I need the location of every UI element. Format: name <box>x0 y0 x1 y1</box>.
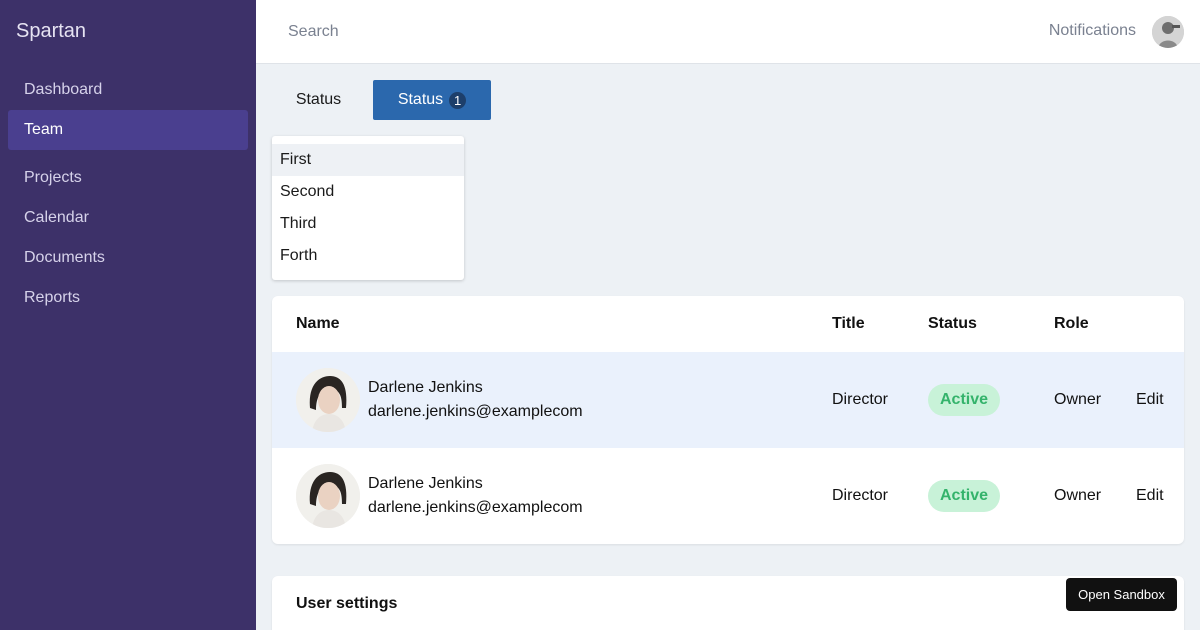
sidebar-item-label: Projects <box>24 169 82 186</box>
user-settings-title: User settings <box>296 595 398 612</box>
column-header-title: Title <box>832 315 865 332</box>
notifications-link[interactable]: Notifications <box>1049 22 1136 40</box>
top-bar: Notifications <box>256 0 1200 64</box>
status-filter-button[interactable]: Status 1 <box>373 80 491 120</box>
column-header-name: Name <box>296 315 340 332</box>
dropdown-option-first[interactable]: First <box>272 144 464 176</box>
sidebar-item-label: Reports <box>24 289 81 306</box>
user-avatar-icon <box>1152 16 1184 48</box>
dropdown-option-third[interactable]: Third <box>272 208 464 240</box>
team-table: Name Title Status Role Darlene Jenkins d… <box>272 296 1184 544</box>
column-header-status: Status <box>928 315 977 332</box>
sidebar-item-reports[interactable]: Reports <box>8 278 248 318</box>
sidebar-item-label: Calendar <box>24 209 89 226</box>
member-name: Darlene Jenkins <box>368 379 483 396</box>
avatar <box>296 464 360 528</box>
status-dropdown-menu: First Second Third Forth <box>272 136 464 280</box>
table-row: Darlene Jenkins darlene.jenkins@examplec… <box>272 352 1184 448</box>
sidebar-item-calendar[interactable]: Calendar <box>8 198 248 238</box>
sidebar-item-label: Team <box>24 121 64 138</box>
tab-status[interactable]: Status <box>280 80 357 120</box>
status-badge: Active <box>928 480 1000 512</box>
status-badge: Active <box>928 384 1000 416</box>
person-photo-icon <box>296 368 360 432</box>
column-header-role: Role <box>1054 315 1089 332</box>
sidebar-item-label: Dashboard <box>24 81 103 98</box>
sidebar-item-team[interactable]: Team <box>8 110 248 150</box>
dropdown-option-forth[interactable]: Forth <box>272 240 464 272</box>
table-row: Darlene Jenkins darlene.jenkins@examplec… <box>272 448 1184 544</box>
edit-link[interactable]: Edit <box>1136 391 1164 409</box>
sidebar: Spartan Dashboard Team Projects Calendar… <box>0 0 256 630</box>
member-name: Darlene Jenkins <box>368 475 483 492</box>
member-role: Owner <box>1054 391 1102 408</box>
edit-link[interactable]: Edit <box>1136 487 1164 505</box>
avatar <box>296 368 360 432</box>
member-email: darlene.jenkins@examplecom <box>368 403 583 420</box>
sidebar-item-dashboard[interactable]: Dashboard <box>8 70 248 110</box>
search-input[interactable] <box>288 20 588 44</box>
status-filter-label: Status <box>397 91 444 108</box>
member-role: Owner <box>1054 487 1102 504</box>
sidebar-item-label: Documents <box>24 249 105 266</box>
sidebar-item-documents[interactable]: Documents <box>8 238 248 278</box>
member-title: Director <box>832 391 889 408</box>
member-title: Director <box>832 487 889 504</box>
user-avatar[interactable] <box>1152 16 1184 48</box>
sidebar-item-projects[interactable]: Projects <box>8 158 248 198</box>
status-filter-count-badge: 1 <box>449 91 467 109</box>
person-photo-icon <box>296 464 360 528</box>
dropdown-option-second[interactable]: Second <box>272 176 464 208</box>
brand-logo[interactable]: Spartan <box>16 20 86 43</box>
open-sandbox-button[interactable]: Open Sandbox <box>1066 578 1177 611</box>
member-email: darlene.jenkins@examplecom <box>368 499 583 516</box>
user-settings-card: User settings <box>272 576 1184 630</box>
